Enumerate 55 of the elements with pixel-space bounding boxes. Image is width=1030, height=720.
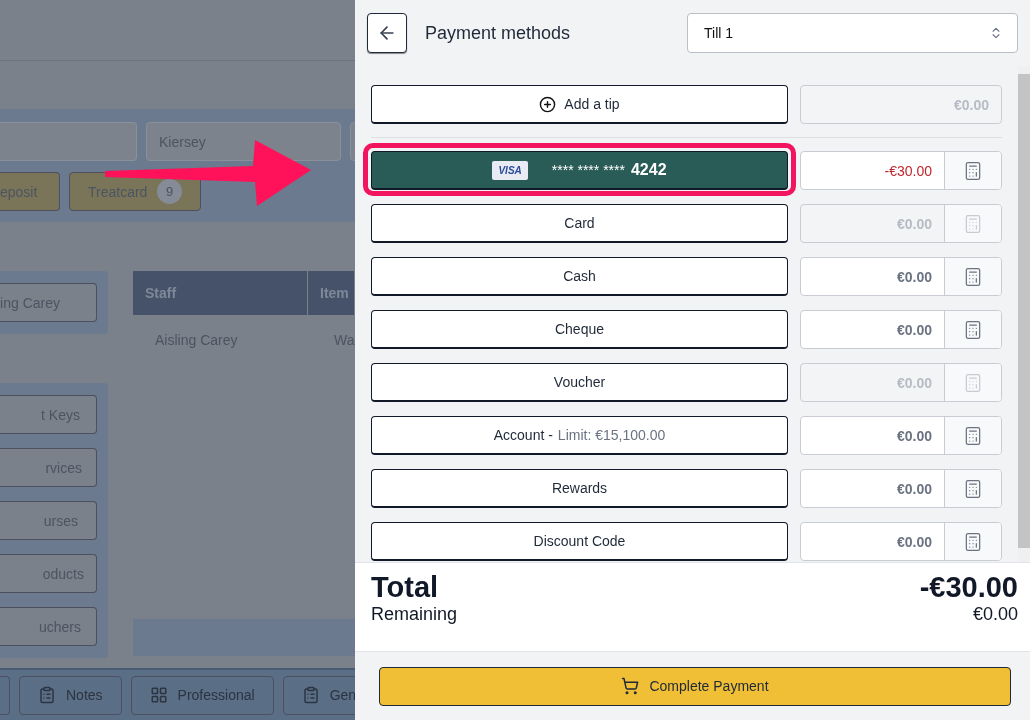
calculator-icon — [963, 319, 983, 340]
method-label: Account - — [493, 427, 553, 443]
amount-field[interactable]: €0.00 — [800, 522, 1002, 561]
calculator-icon — [963, 531, 983, 552]
tip-amount-field: €0.00 — [800, 85, 1002, 124]
amount-field[interactable]: €0.00 — [800, 257, 1002, 296]
scrollbar[interactable] — [1018, 66, 1030, 562]
calculator-icon — [963, 266, 983, 287]
total-amount: -€30.00 — [919, 571, 1018, 604]
back-button[interactable] — [367, 13, 407, 53]
amount-field[interactable]: €0.00 — [800, 469, 1002, 508]
account-limit: Limit: €15,100.00 — [557, 427, 666, 443]
grid-icon — [149, 686, 168, 704]
calculator-button[interactable] — [944, 523, 1001, 560]
toolbar-label: Gen — [329, 687, 355, 703]
payment-method-button[interactable]: Cash — [371, 257, 788, 296]
calculator-icon — [963, 372, 983, 393]
amount-field[interactable]: -€30.00 — [800, 151, 1002, 190]
calculator-button[interactable] — [944, 417, 1001, 454]
clipboard-icon — [301, 686, 320, 704]
column-header: Staff — [133, 271, 308, 315]
calculator-button[interactable] — [944, 311, 1001, 348]
total-label: Total — [371, 571, 439, 604]
calculator-icon — [963, 425, 983, 446]
amount-field: €0.00 — [800, 204, 1002, 243]
toolbar-label: Notes — [66, 687, 103, 703]
visa-logo: VISA — [492, 160, 528, 180]
calculator-button[interactable] — [944, 258, 1001, 295]
calculator-icon — [963, 160, 983, 181]
input-field[interactable] — [0, 122, 137, 161]
remaining-amount: €0.00 — [972, 604, 1018, 625]
panel-title: Payment methods — [425, 22, 572, 44]
card-last-digits: 4242 — [630, 161, 667, 179]
card-number: **** **** **** — [551, 162, 625, 178]
calculator-icon — [963, 213, 983, 234]
calculator-button[interactable] — [944, 152, 1001, 189]
cart-icon — [621, 677, 640, 695]
add-tip-button[interactable]: Add a tip — [371, 85, 788, 124]
calculator-button[interactable] — [944, 470, 1001, 507]
calculator-icon — [963, 478, 983, 499]
amount-field[interactable]: €0.00 — [800, 310, 1002, 349]
payment-method-button[interactable]: Discount Code — [371, 522, 788, 561]
count-badge: 9 — [157, 179, 182, 204]
payment-method-button[interactable]: Rewards — [371, 469, 788, 508]
clipboard-icon — [38, 686, 56, 704]
payment-method-button[interactable]: VISA **** **** **** 4242 — [371, 151, 788, 190]
till-select[interactable]: Till 1 — [687, 13, 1018, 53]
remaining-label: Remaining — [371, 604, 458, 625]
toolbar-label: Professional — [177, 687, 255, 703]
payment-method-button[interactable]: Account - Limit: €15,100.00 — [371, 416, 788, 455]
payment-method-button[interactable]: Cheque — [371, 310, 788, 349]
amount-field[interactable]: €0.00 — [800, 416, 1002, 455]
complete-payment-button[interactable]: Complete Payment — [379, 666, 1011, 706]
amount-field: €0.00 — [800, 363, 1002, 402]
plus-icon — [539, 95, 557, 113]
